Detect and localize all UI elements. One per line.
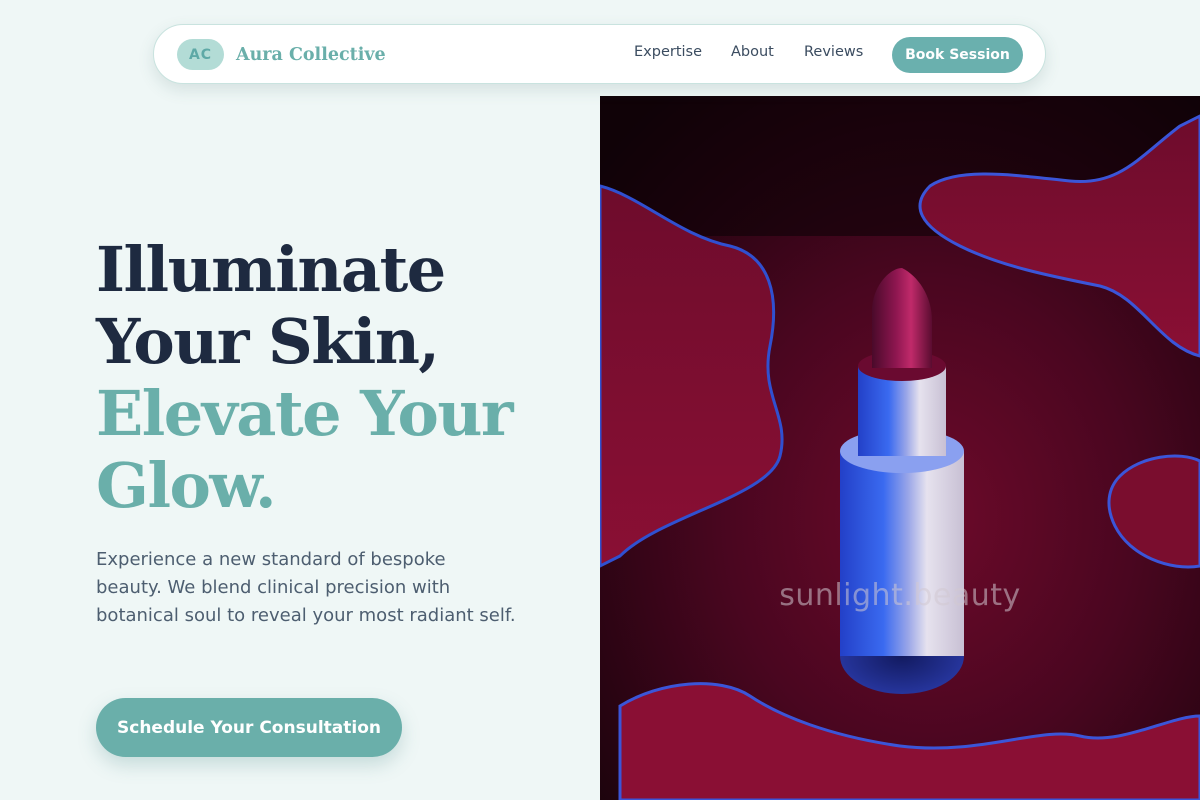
book-session-button[interactable]: Book Session bbox=[892, 37, 1023, 73]
brand-name: Aura Collective bbox=[236, 44, 386, 65]
lipstick-image: sunlight.beauty bbox=[600, 96, 1200, 800]
nav-link-reviews[interactable]: Reviews bbox=[804, 44, 863, 60]
hero-subtext: Experience a new standard of bespoke bea… bbox=[96, 549, 516, 626]
headline-line-3: Elevate Your bbox=[96, 377, 514, 450]
headline-line-2: Your Skin, bbox=[96, 305, 440, 378]
schedule-consultation-button[interactable]: Schedule Your Consultation bbox=[96, 698, 402, 757]
brand-logo[interactable]: AC Aura Collective bbox=[177, 38, 386, 71]
hero-headline: Illuminate Your Skin, Elevate Your Glow. bbox=[96, 233, 514, 522]
brand-initials-badge: AC bbox=[177, 39, 224, 70]
headline-line-1: Illuminate bbox=[96, 233, 446, 306]
nav-link-expertise[interactable]: Expertise bbox=[634, 44, 702, 60]
landing-page: AC Aura Collective Expertise About Revie… bbox=[0, 0, 1200, 800]
headline-line-4: Glow. bbox=[96, 449, 277, 522]
navbar: AC Aura Collective Expertise About Revie… bbox=[153, 24, 1046, 84]
nav-link-about[interactable]: About bbox=[731, 44, 774, 60]
